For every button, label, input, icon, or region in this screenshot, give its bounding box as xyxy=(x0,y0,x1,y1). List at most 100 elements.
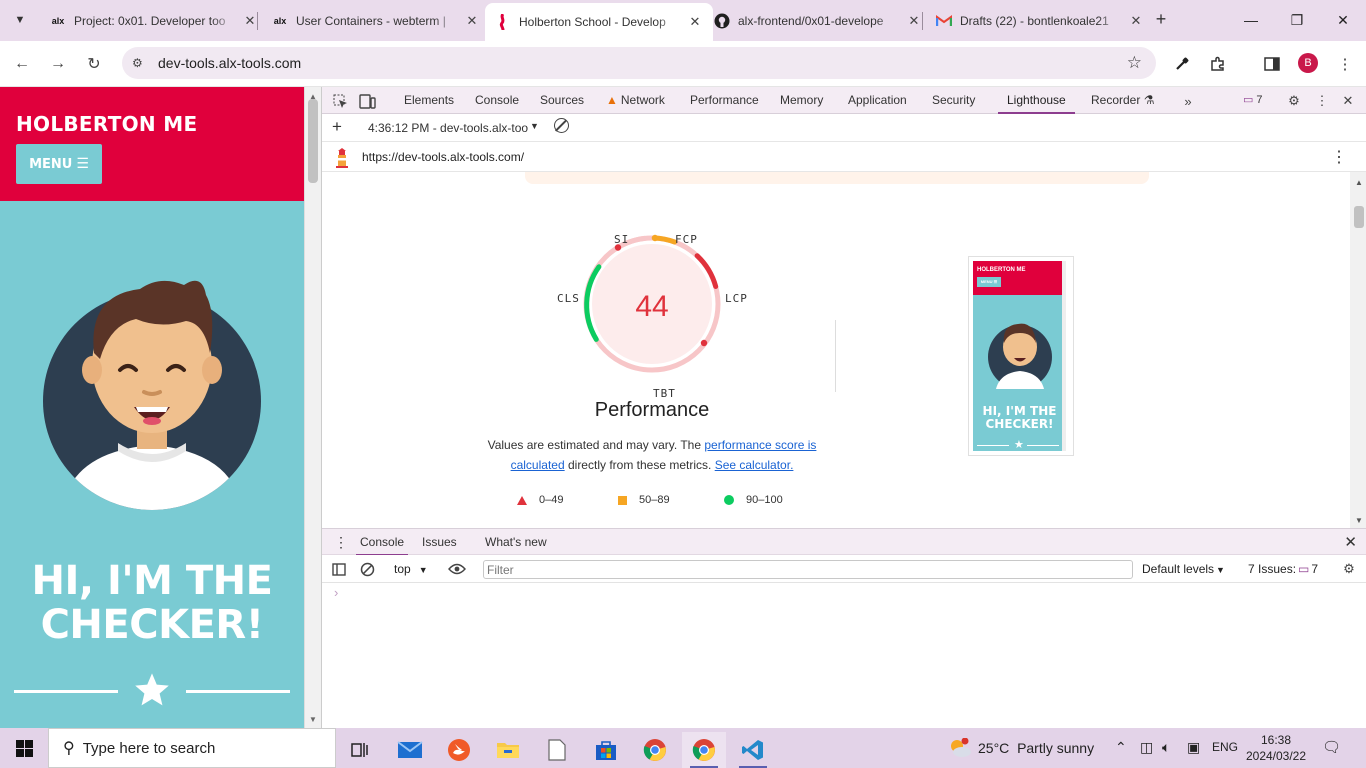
log-levels-dropdown[interactable]: Default levels ▼ xyxy=(1142,562,1225,576)
settings-gear-icon[interactable]: ⚙ xyxy=(1284,91,1304,111)
page-scrollbar[interactable]: ▲ ▼ xyxy=(304,87,321,728)
file-explorer-button[interactable] xyxy=(486,732,530,768)
report-menu-icon[interactable]: ⋮ xyxy=(1331,147,1347,167)
start-button[interactable] xyxy=(0,728,48,768)
browser-menu-icon[interactable]: ⋮ xyxy=(1334,53,1356,75)
weather-widget[interactable]: 25°C Partly sunny xyxy=(948,737,1094,758)
browser-tab-1[interactable]: alx Project: 0x01. Developer too ✕ xyxy=(40,5,268,36)
tab-sources[interactable]: Sources xyxy=(538,87,586,114)
more-tabs-chevron-icon[interactable]: » xyxy=(1178,91,1198,111)
close-icon[interactable]: ✕ xyxy=(1128,13,1144,29)
clear-reports-icon[interactable] xyxy=(554,118,569,133)
tab-search-button[interactable]: ▼ xyxy=(8,8,32,32)
page-viewport: HOLBERTON ME MENU ☰ HI, I'M THE CHECKER! xyxy=(0,87,304,728)
bookmark-star-icon[interactable]: ☆ xyxy=(1127,53,1142,73)
device-toolbar-icon[interactable] xyxy=(357,91,377,111)
new-tab-button[interactable]: + xyxy=(1149,8,1173,32)
taskbar-clock[interactable]: 16:38 2024/03/22 xyxy=(1244,732,1308,764)
store-app-button[interactable] xyxy=(584,732,628,768)
menu-button[interactable]: MENU ☰ xyxy=(16,144,102,184)
tab-network[interactable]: ▲ Network xyxy=(604,87,667,114)
tab-lighthouse[interactable]: Lighthouse xyxy=(998,87,1075,114)
scroll-up-icon[interactable]: ▲ xyxy=(1355,178,1363,187)
console-settings-gear-icon[interactable]: ⚙ xyxy=(1340,560,1358,578)
taskbar-search[interactable]: ⚲ Type here to search xyxy=(48,728,336,768)
devtools-menu-icon[interactable]: ⋮ xyxy=(1312,91,1332,111)
browser-tab-4[interactable]: alx-frontend/0x01-develope ✕ xyxy=(704,5,932,36)
chevron-down-icon: ▼ xyxy=(14,14,26,26)
drawer-tab-console[interactable]: Console xyxy=(356,529,409,556)
tab-application[interactable]: Application xyxy=(846,87,909,114)
see-calculator-link[interactable]: See calculator. xyxy=(715,458,794,472)
swift-app-button[interactable] xyxy=(437,732,481,768)
scroll-down-icon[interactable]: ▼ xyxy=(309,715,317,724)
lighthouse-url-bar: https://dev-tools.alx-tools.com/ ⋮ xyxy=(322,142,1366,172)
sidebar-toggle-icon[interactable] xyxy=(330,560,348,578)
side-panel-icon[interactable] xyxy=(1261,53,1283,75)
restore-button[interactable]: ❐ xyxy=(1274,0,1320,40)
scroll-down-icon[interactable]: ▼ xyxy=(1355,516,1363,525)
tab-console[interactable]: Console xyxy=(473,87,521,114)
extensions-puzzle-icon[interactable] xyxy=(1207,53,1229,75)
console-output[interactable]: › xyxy=(322,583,1366,728)
scrollbar-thumb[interactable] xyxy=(308,99,318,183)
close-icon[interactable]: ✕ xyxy=(687,14,703,30)
address-bar[interactable]: ⚙ dev-tools.alx-tools.com ☆ xyxy=(122,47,1156,79)
network-icon[interactable]: ▣ xyxy=(1187,739,1200,756)
tab-security[interactable]: Security xyxy=(930,87,977,114)
close-drawer-icon[interactable]: ✕ xyxy=(1344,533,1357,551)
chevron-up-icon[interactable]: ⌃ xyxy=(1115,739,1127,756)
notifications-icon[interactable]: 🗨︎ xyxy=(1322,738,1341,756)
browser-tab-5[interactable]: Drafts (22) - bontlenkoale21 ✕ xyxy=(926,5,1154,36)
input-language[interactable]: ENG xyxy=(1212,740,1238,754)
context-selector[interactable]: top ▼ xyxy=(394,562,428,576)
tab-recorder[interactable]: Recorder ⚗ xyxy=(1089,87,1156,114)
back-button[interactable]: ← xyxy=(9,51,35,77)
report-scrollbar[interactable]: ▲ ▼ xyxy=(1350,172,1366,528)
console-issues-button[interactable]: 7 Issues: ▭ 7 xyxy=(1248,562,1318,576)
chrome-active-app-button[interactable] xyxy=(682,732,726,768)
camera-icon[interactable]: ◫ xyxy=(1140,739,1153,756)
drawer-tab-issues[interactable]: Issues xyxy=(418,529,461,556)
issues-badge[interactable]: ▭ 7 xyxy=(1243,93,1263,106)
report-dropdown-icon[interactable]: ▼ xyxy=(530,121,539,131)
close-icon[interactable]: ✕ xyxy=(464,13,480,29)
reload-button[interactable]: ↻ xyxy=(81,51,107,77)
address-url[interactable]: dev-tools.alx-tools.com xyxy=(158,55,301,71)
new-report-plus-icon[interactable]: + xyxy=(332,117,342,137)
browser-tab-2[interactable]: alx User Containers - webterm | ✕ xyxy=(262,5,490,36)
console-filter-input[interactable] xyxy=(483,560,1133,579)
drawer-menu-icon[interactable]: ⋮ xyxy=(334,534,348,551)
notepad-button[interactable] xyxy=(535,732,579,768)
clear-console-icon[interactable] xyxy=(358,560,376,578)
site-info-icon[interactable]: ⚙ xyxy=(132,56,152,70)
report-selector[interactable]: 4:36:12 PM - dev-tools.alx-too xyxy=(368,121,528,135)
partly-sunny-icon xyxy=(948,737,972,758)
tab-memory[interactable]: Memory xyxy=(778,87,825,114)
arrow-right-icon: → xyxy=(50,55,66,72)
close-window-button[interactable]: ✕ xyxy=(1320,0,1366,40)
tab-performance[interactable]: Performance xyxy=(688,87,761,114)
chrome-app-button[interactable] xyxy=(633,732,677,768)
tab-elements[interactable]: Elements xyxy=(402,87,456,114)
minimize-button[interactable]: — xyxy=(1228,0,1274,40)
live-expression-eye-icon[interactable] xyxy=(448,560,466,578)
profile-avatar[interactable]: B xyxy=(1298,53,1318,73)
forward-button[interactable]: → xyxy=(45,51,71,77)
mail-app-button[interactable] xyxy=(388,732,432,768)
final-screenshot-thumbnail[interactable]: HOLBERTON ME MENU ☰ HI, I'M THE CHECKER!… xyxy=(968,256,1074,456)
inspect-element-icon[interactable] xyxy=(330,91,350,111)
legend-average: 50–89 xyxy=(618,494,670,506)
volume-icon[interactable]: 🔈︎ xyxy=(1162,739,1170,756)
vscode-app-button[interactable] xyxy=(731,732,775,768)
close-icon[interactable]: ✕ xyxy=(242,13,258,29)
browser-tab-3[interactable]: Holberton School - Develop ✕ xyxy=(485,3,713,41)
site-brand[interactable]: HOLBERTON ME xyxy=(16,112,197,136)
task-view-button[interactable] xyxy=(338,732,382,768)
drawer-tab-bar: ⋮ Console Issues What's new ✕ xyxy=(322,528,1366,556)
drawer-tab-whats-new[interactable]: What's new xyxy=(481,529,551,556)
close-icon[interactable]: ✕ xyxy=(906,13,922,29)
close-devtools-icon[interactable]: ✕ xyxy=(1338,91,1358,111)
scrollbar-thumb[interactable] xyxy=(1354,206,1364,228)
eyedropper-icon[interactable] xyxy=(1171,53,1193,75)
